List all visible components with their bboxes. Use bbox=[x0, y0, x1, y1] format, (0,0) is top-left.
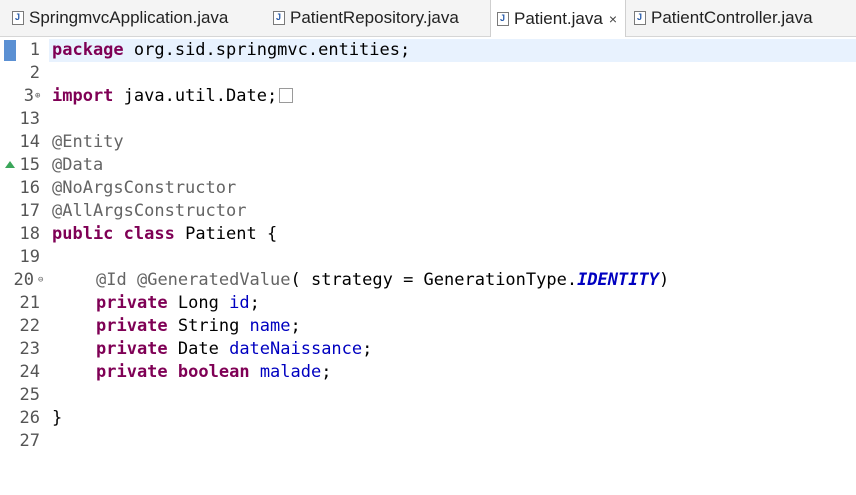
tab-label: PatientRepository.java bbox=[290, 8, 459, 27]
keyword: import bbox=[52, 86, 114, 106]
keyword: package bbox=[52, 40, 124, 60]
code-line-id-annotation: @Id @GeneratedValue( strategy = Generati… bbox=[96, 269, 669, 292]
tab-springmvc-application[interactable]: J SpringmvcApplication.java bbox=[12, 0, 228, 36]
fold-toggle-icon[interactable]: ⊕ bbox=[35, 85, 40, 108]
line-number: 3 bbox=[23, 86, 34, 106]
line-number: 15 bbox=[19, 155, 40, 175]
code-text: String bbox=[167, 316, 250, 336]
line-number: 22 bbox=[19, 316, 40, 336]
annotation: @Id bbox=[96, 270, 127, 290]
line-number: 20 bbox=[13, 270, 34, 290]
code-text: ; bbox=[290, 316, 301, 336]
code-text: ) bbox=[658, 270, 670, 290]
code-text: ; bbox=[249, 293, 260, 313]
code-text: ( strategy = GenerationType. bbox=[290, 270, 578, 290]
close-icon[interactable]: × bbox=[609, 11, 617, 27]
tab-label: PatientController.java bbox=[651, 8, 813, 27]
code-text: Patient { bbox=[174, 224, 278, 244]
code-text: Long bbox=[167, 293, 230, 313]
line-number: 27 bbox=[19, 431, 40, 451]
keyword: private bbox=[96, 293, 168, 313]
code-line-annotation: @NoArgsConstructor bbox=[52, 178, 237, 198]
keyword: private bbox=[96, 339, 168, 359]
code-line-class-declaration: public class Patient { bbox=[52, 223, 277, 246]
java-file-icon: J bbox=[12, 11, 24, 25]
line-number: 24 bbox=[19, 362, 40, 382]
field-name: id bbox=[229, 293, 250, 313]
line-number: 16 bbox=[19, 178, 40, 198]
tab-patient[interactable]: J Patient.java × bbox=[490, 0, 626, 37]
line-number: 26 bbox=[19, 408, 40, 428]
code-line-field-date: private Date dateNaissance; bbox=[96, 338, 372, 361]
code-editor[interactable]: 1 2 3 ⊕ 13 14 15 16 17 18 19 20 ⊖ 21 22 … bbox=[0, 37, 856, 495]
line-number: 13 bbox=[19, 109, 40, 129]
line-number: 21 bbox=[19, 293, 40, 313]
field-name: malade bbox=[259, 362, 322, 382]
keyword: class bbox=[123, 224, 175, 244]
field-name: dateNaissance bbox=[229, 339, 363, 359]
tab-patient-controller[interactable]: J PatientController.java bbox=[634, 0, 813, 36]
line-number: 17 bbox=[19, 201, 40, 221]
keyword: private bbox=[96, 362, 168, 382]
keyword: private bbox=[96, 316, 168, 336]
keyword: public bbox=[52, 224, 114, 244]
code-line-field-malade: private boolean malade; bbox=[96, 361, 331, 384]
tab-label: SpringmvcApplication.java bbox=[29, 8, 229, 27]
enum-constant: IDENTITY bbox=[577, 270, 659, 290]
code-text: ; bbox=[321, 362, 332, 382]
tab-label: Patient.java bbox=[514, 8, 603, 28]
field-name: name bbox=[249, 316, 291, 336]
code-line-annotation: @AllArgsConstructor bbox=[52, 201, 247, 221]
line-number: 19 bbox=[19, 247, 40, 267]
code-text: Date bbox=[167, 339, 230, 359]
line-number: 18 bbox=[19, 224, 40, 244]
collapsed-block-icon[interactable] bbox=[279, 88, 294, 103]
code-line-package: package org.sid.springmvc.entities; bbox=[52, 39, 410, 62]
tab-patient-repository[interactable]: J PatientRepository.java bbox=[273, 0, 459, 36]
code-text: ; bbox=[362, 339, 373, 359]
java-file-icon: J bbox=[634, 11, 646, 25]
editor-tab-bar: J SpringmvcApplication.java J PatientRep… bbox=[0, 0, 856, 37]
code-line-field-name: private String name; bbox=[96, 315, 301, 338]
line-number: 1 bbox=[29, 40, 40, 60]
code-line-annotation: @Data bbox=[52, 155, 104, 175]
code-line-import: import java.util.Date; bbox=[52, 85, 294, 108]
code-line-closing-brace: } bbox=[52, 408, 63, 428]
keyword: boolean bbox=[177, 362, 250, 382]
java-file-icon: J bbox=[273, 11, 285, 25]
java-file-icon: J bbox=[497, 11, 509, 26]
code-text: org.sid.springmvc.entities; bbox=[123, 40, 411, 60]
line-number: 25 bbox=[19, 385, 40, 405]
code-text: java.util.Date; bbox=[113, 86, 278, 106]
line-number: 23 bbox=[19, 339, 40, 359]
annotation: @GeneratedValue bbox=[136, 270, 291, 290]
line-number: 2 bbox=[29, 63, 40, 83]
code-line-annotation: @Entity bbox=[52, 132, 124, 152]
code-line-field-id: private Long id; bbox=[96, 292, 260, 315]
line-number: 14 bbox=[19, 132, 40, 152]
fold-toggle-icon[interactable]: ⊖ bbox=[38, 269, 43, 292]
